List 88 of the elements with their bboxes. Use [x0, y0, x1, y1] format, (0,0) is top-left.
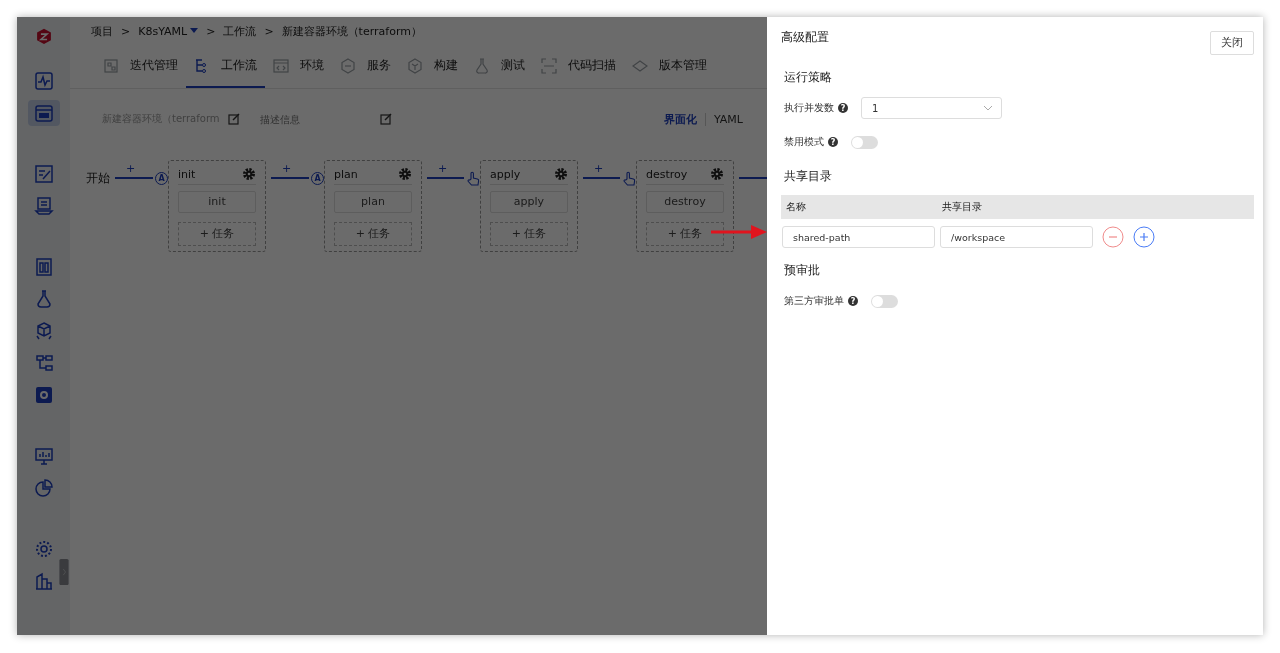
settings-icon[interactable]: [554, 167, 568, 181]
hand-document-icon: [33, 195, 54, 216]
hand-pointer-icon[interactable]: [466, 170, 480, 186]
section-title: 运行策略: [784, 69, 833, 86]
hand-pointer-icon[interactable]: [622, 170, 636, 186]
breadcrumb-link[interactable]: 工作流: [223, 23, 257, 39]
nav-tab[interactable]: 环境: [265, 45, 332, 88]
drawer-title: 高级配置: [781, 30, 829, 45]
connector-line: [580, 177, 620, 179]
toggle-switch[interactable]: [851, 135, 878, 149]
edit-icon[interactable]: [379, 113, 392, 125]
building-chart-icon: [33, 570, 54, 591]
report-icon: [33, 256, 54, 277]
field-label: 禁用模式: [784, 135, 824, 149]
breadcrumb-link[interactable]: 项目: [91, 23, 113, 39]
add-stage-button[interactable]: +: [438, 162, 448, 175]
settings-icon: [33, 538, 54, 559]
stage-name: plan: [334, 167, 358, 181]
nav-tab[interactable]: 测试: [466, 45, 533, 88]
help-icon[interactable]: ?: [848, 296, 858, 306]
edit-document-icon: [33, 163, 54, 184]
add-task-button[interactable]: + 任务: [334, 222, 412, 246]
job-button[interactable]: apply: [490, 191, 568, 213]
board-icon: [103, 57, 119, 74]
settings-icon[interactable]: [398, 167, 412, 181]
add-stage-button[interactable]: +: [594, 162, 604, 175]
section-title: 共享目录: [784, 168, 833, 185]
cube-icon: [407, 57, 423, 74]
view-toggle[interactable]: 界面化: [664, 111, 697, 127]
toggle-switch[interactable]: [871, 294, 898, 308]
nav-tab[interactable]: 工作流: [186, 45, 265, 88]
table-header: 名称 共享目录: [781, 195, 1254, 219]
section-title: 预审批: [784, 262, 821, 279]
add-stage-button[interactable]: +: [126, 162, 136, 175]
nav-tab[interactable]: 版本管理: [624, 45, 715, 88]
add-icon[interactable]: [1133, 226, 1155, 248]
calendar-nav-item[interactable]: [27, 99, 60, 126]
calendar-icon: [33, 102, 54, 123]
pulse-icon: [33, 70, 54, 91]
text-field[interactable]: shared-path: [782, 226, 935, 248]
field-label: 第三方审批单: [784, 294, 844, 308]
annotation-arrow: [711, 225, 767, 239]
breadcrumb-separator: >: [264, 24, 274, 38]
text-field[interactable]: /workspace: [940, 226, 1093, 248]
add-stage-button[interactable]: +: [282, 162, 292, 175]
chevron-down-icon: [983, 105, 993, 111]
monitor-chart-icon: [33, 445, 54, 466]
nav-tab[interactable]: 服务: [332, 45, 399, 88]
breadcrumb-separator: >: [121, 24, 131, 38]
scan-icon: [541, 57, 557, 74]
code-window-icon: [273, 57, 289, 74]
field-label: 执行并发数: [784, 101, 834, 115]
start-label: 开始: [86, 170, 110, 187]
hexagon-icon: [340, 57, 356, 74]
view-toggle[interactable]: YAML: [714, 112, 743, 126]
stage-name: destroy: [646, 167, 688, 181]
breadcrumb-link[interactable]: K8sYAML: [138, 24, 199, 38]
stage-name: init: [178, 167, 196, 181]
add-task-button[interactable]: + 任务: [178, 222, 256, 246]
stage-name: apply: [490, 167, 521, 181]
nav-tab[interactable]: 迭代管理: [95, 45, 186, 88]
add-task-button[interactable]: + 任务: [490, 222, 568, 246]
dropdown-caret-icon: [190, 28, 199, 34]
breadcrumb-link[interactable]: 新建容器环境（terraform）: [281, 23, 422, 39]
settings-box-icon: [33, 384, 54, 405]
edit-icon[interactable]: [227, 113, 240, 125]
cube-icon: [33, 320, 54, 341]
pie-chart-icon: [33, 477, 54, 498]
settings-icon[interactable]: [242, 167, 256, 181]
job-button[interactable]: destroy: [646, 191, 724, 213]
connector-line: [112, 177, 153, 179]
job-button[interactable]: plan: [334, 191, 412, 213]
help-icon[interactable]: ?: [828, 137, 838, 147]
connector-line: [424, 177, 464, 179]
breadcrumb-separator: >: [206, 24, 216, 38]
hierarchy-icon: [33, 352, 54, 373]
collapse-handle[interactable]: [58, 558, 70, 585]
help-icon[interactable]: ?: [838, 103, 848, 113]
connector-line: [268, 177, 309, 179]
nav-tab[interactable]: 代码扫描: [533, 45, 624, 88]
add-task-button[interactable]: + 任务: [646, 222, 724, 246]
concurrency-select[interactable]: 1: [861, 97, 1002, 119]
settings-icon[interactable]: [710, 167, 724, 181]
nav-tab[interactable]: 构建: [399, 45, 466, 88]
remove-icon[interactable]: [1102, 226, 1124, 248]
job-button[interactable]: init: [178, 191, 256, 213]
flask-icon: [474, 57, 490, 74]
close-button[interactable]: 关闭: [1210, 31, 1254, 55]
